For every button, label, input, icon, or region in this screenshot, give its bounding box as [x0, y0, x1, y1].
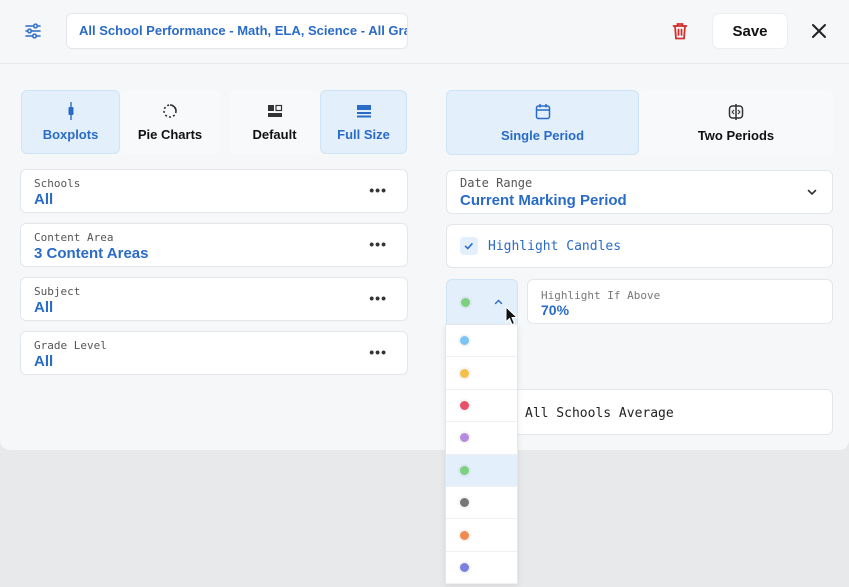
color-swatch: [460, 530, 469, 540]
schools-label: Schools: [34, 177, 81, 190]
color-swatch: [460, 400, 469, 410]
highlight-threshold-label: Highlight If Above: [541, 289, 661, 302]
chevron-down-icon: [807, 189, 817, 196]
trash-icon[interactable]: [672, 22, 688, 40]
chevron-up-icon: [494, 299, 503, 305]
color-option[interactable]: [446, 454, 517, 487]
compare-icon: [728, 102, 744, 122]
more-options-icon[interactable]: •••: [369, 290, 387, 306]
color-swatch: [460, 336, 469, 346]
report-title-input[interactable]: All School Performance - Math, ELA, Scie…: [66, 13, 408, 49]
color-options-dropdown: [445, 324, 518, 585]
pie-charts-label: Pie Charts: [137, 127, 203, 142]
pie-chart-icon: [162, 101, 178, 121]
default-size-toggle[interactable]: Default: [229, 90, 320, 154]
color-swatch: [460, 498, 469, 508]
calendar-icon: [535, 102, 551, 122]
content-area-label: Content Area: [34, 231, 114, 244]
checkbox[interactable]: [460, 237, 478, 255]
schools-value: All: [34, 191, 54, 208]
subject-label: Subject: [34, 285, 81, 298]
default-layout-icon: [267, 101, 283, 121]
color-option[interactable]: [446, 357, 517, 390]
header-bar: All School Performance - Math, ELA, Scie…: [0, 0, 849, 64]
grade-level-filter[interactable]: Grade Level All •••: [20, 331, 408, 375]
date-range-select[interactable]: Date Range Current Marking Period: [446, 170, 833, 214]
highlight-threshold-input[interactable]: Highlight If Above 70%: [527, 279, 833, 324]
close-icon[interactable]: [811, 23, 827, 39]
filter-settings-icon[interactable]: [24, 22, 42, 40]
color-option[interactable]: [446, 487, 517, 520]
color-swatch: [460, 433, 469, 443]
grade-level-value: All: [34, 353, 54, 370]
two-periods-toggle[interactable]: Two Periods: [639, 90, 833, 155]
color-option[interactable]: [446, 552, 517, 585]
mouse-cursor-icon: [505, 306, 519, 326]
date-range-value: Current Marking Period: [460, 192, 627, 209]
color-option[interactable]: [446, 422, 517, 455]
highlight-candles-label: Highlight Candles: [488, 239, 622, 254]
grade-level-label: Grade Level: [34, 339, 107, 352]
more-options-icon[interactable]: •••: [369, 182, 387, 198]
default-label: Default: [252, 127, 297, 142]
color-swatch: [460, 368, 469, 378]
two-periods-label: Two Periods: [697, 127, 775, 143]
boxplots-label: Boxplots: [42, 127, 99, 142]
content-area-value: 3 Content Areas: [34, 245, 149, 262]
single-period-toggle[interactable]: Single Period: [446, 90, 639, 155]
subject-value: All: [34, 299, 54, 316]
checkmark-icon: [464, 243, 473, 250]
full-size-toggle[interactable]: Full Size: [320, 90, 407, 154]
color-option[interactable]: [446, 390, 517, 423]
more-options-icon[interactable]: •••: [369, 236, 387, 252]
color-option[interactable]: [446, 519, 517, 552]
selected-color-swatch: [461, 298, 470, 307]
highlight-threshold-value: 70%: [541, 302, 570, 318]
color-swatch: [460, 465, 469, 475]
report-settings-panel: All School Performance - Math, ELA, Scie…: [0, 0, 849, 450]
highlight-candles-toggle[interactable]: Highlight Candles: [446, 224, 833, 268]
date-range-label: Date Range: [460, 176, 533, 190]
full-size-label: Full Size: [337, 127, 390, 142]
single-period-label: Single Period: [500, 127, 585, 143]
average-line-label: All Schools Average: [525, 406, 674, 421]
full-size-icon: [356, 101, 372, 121]
color-swatch: [460, 562, 469, 572]
schools-filter[interactable]: Schools All •••: [20, 169, 408, 213]
subject-filter[interactable]: Subject All •••: [20, 277, 408, 321]
content-area-filter[interactable]: Content Area 3 Content Areas •••: [20, 223, 408, 267]
boxplot-icon: [67, 101, 75, 121]
save-button[interactable]: Save: [713, 14, 787, 48]
boxplots-toggle[interactable]: Boxplots: [21, 90, 120, 154]
color-option[interactable]: [446, 325, 517, 358]
pie-charts-toggle[interactable]: Pie Charts: [120, 90, 220, 154]
more-options-icon[interactable]: •••: [369, 344, 387, 360]
